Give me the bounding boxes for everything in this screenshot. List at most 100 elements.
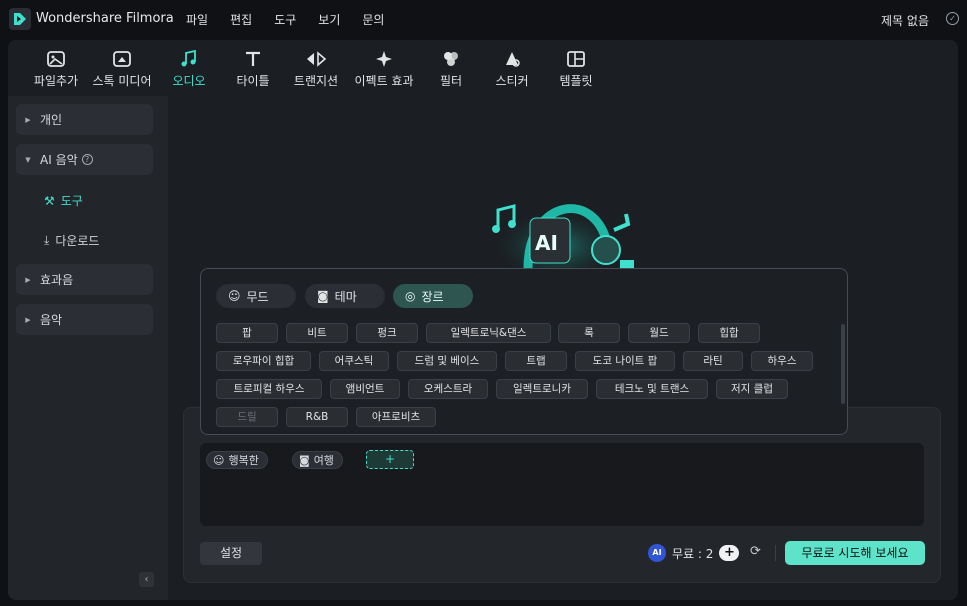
template-icon xyxy=(567,51,585,67)
cloud-icon xyxy=(113,51,131,67)
add-credits-button[interactable]: + xyxy=(719,545,740,561)
tool-stock-media[interactable]: 스톡 미디어 xyxy=(90,50,154,89)
music-note-icon xyxy=(181,50,196,67)
genre-tag[interactable]: 아프로비츠 xyxy=(356,407,436,427)
sidebar-subitem-label: 도구 xyxy=(60,194,83,208)
genre-tag[interactable]: 라틴 xyxy=(683,351,743,371)
genre-tag[interactable]: 드릴 xyxy=(216,407,278,427)
transition-arrows-icon xyxy=(307,51,327,67)
tool-transitions[interactable]: 트랜지션 xyxy=(290,50,342,89)
genre-tag[interactable]: 로우파이 힙합 xyxy=(216,351,311,371)
menu-view[interactable]: 보기 xyxy=(318,11,340,28)
genre-tag[interactable]: 트랩 xyxy=(505,351,567,371)
genre-tag[interactable]: 펑크 xyxy=(356,323,418,343)
tab-theme[interactable]: ◙ 테마 xyxy=(305,284,385,308)
sparkle-icon xyxy=(376,51,392,67)
tool-titles-label: 타이틀 xyxy=(236,74,270,88)
sidebar-item-ai-music[interactable]: ▼ AI 음악 ? xyxy=(16,144,153,175)
sidebar-item-label: 개인 xyxy=(40,113,63,127)
menu-file[interactable]: 파일 xyxy=(186,11,208,28)
tool-filters[interactable]: 필터 xyxy=(434,50,468,89)
genre-tag[interactable]: 하우스 xyxy=(751,351,813,371)
free-credits: AI 무료 : 2 + xyxy=(648,543,740,563)
sidebar-subitem-tools[interactable]: ⚒ 도구 xyxy=(44,192,83,209)
mood-icon: ☺ xyxy=(228,289,241,303)
tool-titles[interactable]: 타이틀 xyxy=(230,50,276,89)
tool-import-label: 파일추가 xyxy=(33,74,79,88)
popup-scrollbar[interactable] xyxy=(841,324,845,404)
wrench-icon: ⚒ xyxy=(44,193,55,208)
audio-sidebar: ▶ 개인 ▼ AI 음악 ? ⚒ 도구 ⤓ 다운로드 ▶ 효과음 ▶ 음악 xyxy=(8,96,168,600)
sidebar-item-sound-effects[interactable]: ▶ 효과음 xyxy=(16,264,153,295)
chip-label: 행복한 xyxy=(228,454,259,467)
text-t-icon xyxy=(246,51,260,66)
prompt-chip-mood[interactable]: ☺ 행복한 xyxy=(206,451,268,469)
refresh-icon[interactable]: ⟳ xyxy=(750,544,766,560)
download-icon: ⤓ xyxy=(44,233,50,247)
genre-tag[interactable]: 저지 클럽 xyxy=(716,379,788,399)
prompt-chip-theme[interactable]: ◙ 여행 xyxy=(292,451,343,469)
genre-tag[interactable]: 월드 xyxy=(628,323,690,343)
tool-effects[interactable]: 이펙트 효과 xyxy=(352,50,416,89)
genre-icon: ◎ xyxy=(405,289,416,303)
tool-templates-label: 템플릿 xyxy=(559,74,593,88)
settings-button[interactable]: 설정 xyxy=(200,542,262,565)
add-prompt-button[interactable]: + xyxy=(366,450,414,469)
genre-popup: ☺ 무드 ◙ 테마 ◎ 장르 팝 비트 펑크 일렉트로닉&댄스 록 월드 힙합 … xyxy=(200,268,848,435)
genre-tag[interactable]: 도코 나이트 팝 xyxy=(575,351,675,371)
sidebar-item-music[interactable]: ▶ 음악 xyxy=(16,304,153,335)
saved-check-icon: ✓ xyxy=(946,12,959,25)
genre-tag[interactable]: 드럼 및 베이스 xyxy=(397,351,497,371)
tool-stickers-label: 스티커 xyxy=(495,74,529,88)
sidebar-subitem-label: 다운로드 xyxy=(55,234,100,248)
filmora-logo-icon xyxy=(9,8,31,30)
genre-tag[interactable]: 테크노 및 트랜스 xyxy=(596,379,708,399)
theme-icon: ◙ xyxy=(299,453,310,467)
tab-genre[interactable]: ◎ 장르 xyxy=(393,284,473,308)
app-title: Wondershare Filmora xyxy=(36,11,174,26)
help-circle-icon[interactable]: ? xyxy=(81,154,93,165)
menu-tools[interactable]: 도구 xyxy=(274,11,296,28)
sidebar-item-personal[interactable]: ▶ 개인 xyxy=(16,104,153,135)
genre-tag[interactable]: 일렉트로닉&댄스 xyxy=(426,323,551,343)
ai-music-hero-image: AI xyxy=(488,198,634,273)
project-name: 제목 없음 xyxy=(881,14,929,28)
genre-tag[interactable]: 어쿠스틱 xyxy=(319,351,389,371)
tab-label: 무드 xyxy=(246,289,269,304)
import-icon xyxy=(47,51,65,67)
tool-audio-label: 오디오 xyxy=(172,74,206,88)
tool-effects-label: 이펙트 효과 xyxy=(354,74,414,88)
genre-tag[interactable]: 팝 xyxy=(216,323,278,343)
tool-stickers[interactable]: 스티커 xyxy=(492,50,532,89)
sidebar-subitem-downloads[interactable]: ⤓ 다운로드 xyxy=(44,232,99,249)
menu-edit[interactable]: 편집 xyxy=(230,11,252,28)
collapse-sidebar-button[interactable]: ‹ xyxy=(139,572,154,587)
genre-tag[interactable]: R&B xyxy=(286,407,348,427)
genre-tag[interactable]: 일렉트로니카 xyxy=(496,379,588,399)
tool-import[interactable]: 파일추가 xyxy=(30,50,82,89)
tool-templates[interactable]: 템플릿 xyxy=(556,50,596,89)
tab-label: 장르 xyxy=(421,289,444,304)
genre-tag[interactable]: 오케스트라 xyxy=(408,379,488,399)
sidebar-item-label: AI 음악 xyxy=(40,153,78,167)
genre-tag[interactable]: 앰비언트 xyxy=(330,379,400,399)
genre-tag[interactable]: 트로피컬 하우스 xyxy=(216,379,322,399)
genre-tag[interactable]: 록 xyxy=(558,323,620,343)
caret-right-icon: ▶ xyxy=(25,315,31,324)
genre-tag[interactable]: 비트 xyxy=(286,323,348,343)
sidebar-item-label: 효과음 xyxy=(40,273,74,287)
filter-circles-icon xyxy=(444,52,458,66)
try-free-button[interactable]: 무료로 시도해 보세요 xyxy=(785,541,925,565)
caret-right-icon: ▶ xyxy=(25,115,31,124)
tab-mood[interactable]: ☺ 무드 xyxy=(216,284,296,308)
tool-audio[interactable]: 오디오 xyxy=(166,50,212,89)
genre-tag[interactable]: 힙합 xyxy=(698,323,760,343)
free-credits-label: 무료 : 2 xyxy=(672,546,714,561)
mood-icon: ☺ xyxy=(213,453,225,467)
svg-text:AI: AI xyxy=(535,231,558,255)
caret-down-icon: ▼ xyxy=(25,155,31,164)
menu-help[interactable]: 문의 xyxy=(362,11,384,28)
chip-label: 여행 xyxy=(313,454,334,467)
sticker-icon xyxy=(506,52,520,67)
menu-bar: 파일 편집 도구 보기 문의 xyxy=(186,11,406,28)
